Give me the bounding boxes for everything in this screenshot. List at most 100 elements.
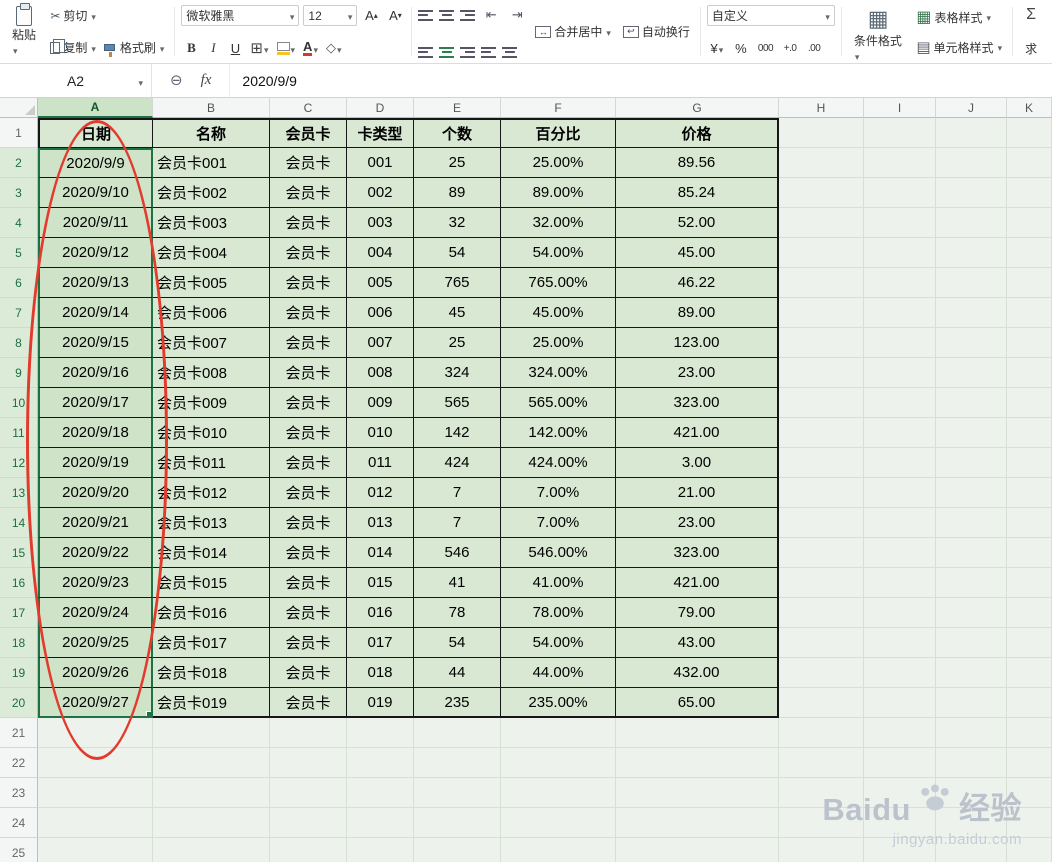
cell-F22[interactable] [501,748,616,778]
cell-A9[interactable]: 2020/9/16 [38,358,153,388]
clear-format-button[interactable] [323,38,345,58]
increase-decimal-button[interactable]: +.0 [780,38,800,58]
cell-F2[interactable]: 25.00% [501,148,616,178]
col-header-I[interactable]: I [864,98,936,118]
cell-D21[interactable] [347,718,414,748]
cell-J24[interactable] [936,808,1007,838]
cell-F9[interactable]: 324.00% [501,358,616,388]
cell-J17[interactable] [936,598,1007,628]
cell-H21[interactable] [779,718,864,748]
cut-button[interactable]: 剪切 [46,5,168,26]
cell-K8[interactable] [1007,328,1052,358]
cell-C23[interactable] [270,778,347,808]
cell-C10[interactable]: 会员卡 [270,388,347,418]
col-header-A[interactable]: A [38,98,153,118]
cell-D5[interactable]: 004 [347,238,414,268]
align-right-icon[interactable] [460,47,476,58]
row-header-10[interactable]: 10 [0,388,38,418]
cell-E23[interactable] [414,778,501,808]
col-header-D[interactable]: D [347,98,414,118]
cell-H23[interactable] [779,778,864,808]
row-header-1[interactable]: 1 [0,118,38,148]
cell-I3[interactable] [864,178,936,208]
cell-B15[interactable]: 会员卡014 [153,538,270,568]
cell-G8[interactable]: 123.00 [616,328,779,358]
cell-H1[interactable] [779,118,864,148]
cell-A15[interactable]: 2020/9/22 [38,538,153,568]
cell-J8[interactable] [936,328,1007,358]
cell-G7[interactable]: 89.00 [616,298,779,328]
cell-A11[interactable]: 2020/9/18 [38,418,153,448]
cell-C17[interactable]: 会员卡 [270,598,347,628]
cell-D7[interactable]: 006 [347,298,414,328]
cell-I4[interactable] [864,208,936,238]
cell-H8[interactable] [779,328,864,358]
cell-F20[interactable]: 235.00% [501,688,616,718]
cell-G12[interactable]: 3.00 [616,448,779,478]
cell-K18[interactable] [1007,628,1052,658]
cell-G24[interactable] [616,808,779,838]
cell-B2[interactable]: 会员卡001 [153,148,270,178]
cell-G9[interactable]: 23.00 [616,358,779,388]
cell-G18[interactable]: 43.00 [616,628,779,658]
font-name-select[interactable]: 微软雅黑 [181,5,300,26]
decrease-decimal-button[interactable]: .00 [804,38,824,58]
cell-K11[interactable] [1007,418,1052,448]
cell-A17[interactable]: 2020/9/24 [38,598,153,628]
row-header-21[interactable]: 21 [0,718,38,748]
cell-G5[interactable]: 45.00 [616,238,779,268]
distribute-icon[interactable] [502,47,518,58]
cell-A20[interactable]: 2020/9/27 [38,688,153,718]
cell-B1[interactable]: 名称 [153,118,270,148]
row-header-2[interactable]: 2 [0,148,38,178]
cell-K10[interactable] [1007,388,1052,418]
table-style-button[interactable]: 表格样式 [912,5,1006,29]
cell-I14[interactable] [864,508,936,538]
cell-D14[interactable]: 013 [347,508,414,538]
cell-J1[interactable] [936,118,1007,148]
align-bottom-icon[interactable] [460,9,476,21]
cell-K23[interactable] [1007,778,1052,808]
col-header-C[interactable]: C [270,98,347,118]
paste-button[interactable]: 粘贴 [6,3,42,60]
cell-H22[interactable] [779,748,864,778]
cell-A3[interactable]: 2020/9/10 [38,178,153,208]
decrease-indent-icon[interactable] [481,5,501,25]
cell-B20[interactable]: 会员卡019 [153,688,270,718]
row-header-17[interactable]: 17 [0,598,38,628]
cell-F11[interactable]: 142.00% [501,418,616,448]
cell-K19[interactable] [1007,658,1052,688]
cell-K1[interactable] [1007,118,1052,148]
cell-A16[interactable]: 2020/9/23 [38,568,153,598]
cell-D6[interactable]: 005 [347,268,414,298]
cell-A6[interactable]: 2020/9/13 [38,268,153,298]
cell-B5[interactable]: 会员卡004 [153,238,270,268]
row-header-14[interactable]: 14 [0,508,38,538]
cell-E8[interactable]: 25 [414,328,501,358]
cell-A24[interactable] [38,808,153,838]
row-header-15[interactable]: 15 [0,538,38,568]
row-header-23[interactable]: 23 [0,778,38,808]
cell-A25[interactable] [38,838,153,862]
cell-E7[interactable]: 45 [414,298,501,328]
cell-F19[interactable]: 44.00% [501,658,616,688]
cell-F4[interactable]: 32.00% [501,208,616,238]
cell-K12[interactable] [1007,448,1052,478]
cell-F15[interactable]: 546.00% [501,538,616,568]
cell-C16[interactable]: 会员卡 [270,568,347,598]
cell-H6[interactable] [779,268,864,298]
cell-D10[interactable]: 009 [347,388,414,418]
cell-J22[interactable] [936,748,1007,778]
cell-D17[interactable]: 016 [347,598,414,628]
cell-F10[interactable]: 565.00% [501,388,616,418]
conditional-format-button[interactable]: 条件格式 [848,3,908,63]
currency-button[interactable]: ¥ [707,38,727,58]
align-left-icon[interactable] [418,47,434,58]
cell-J10[interactable] [936,388,1007,418]
cell-E18[interactable]: 54 [414,628,501,658]
cell-C14[interactable]: 会员卡 [270,508,347,538]
cell-J2[interactable] [936,148,1007,178]
row-header-25[interactable]: 25 [0,838,38,862]
cell-I19[interactable] [864,658,936,688]
cell-G19[interactable]: 432.00 [616,658,779,688]
